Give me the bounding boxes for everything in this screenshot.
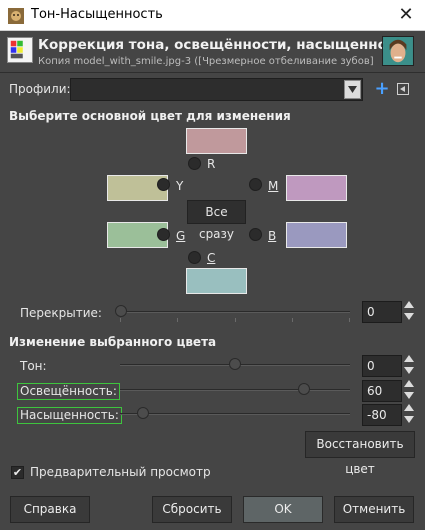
label-c: C <box>207 251 216 265</box>
swatch-r[interactable] <box>186 128 247 154</box>
cancel-button[interactable]: Отменить <box>334 496 414 523</box>
radio-y[interactable] <box>157 178 170 191</box>
label-y: Y <box>176 179 184 193</box>
profiles-label: Профили: <box>9 82 71 96</box>
chevron-down-icon[interactable] <box>344 80 361 99</box>
preset-menu-icon[interactable] <box>397 83 409 95</box>
swatch-b[interactable] <box>286 222 347 248</box>
adjust-heading: Изменение выбранного цвета <box>9 335 217 349</box>
lightness-slider[interactable] <box>120 389 350 391</box>
saturation-slider[interactable] <box>120 413 350 415</box>
all-colors-button[interactable]: Все сразу <box>187 200 246 241</box>
hue-spinner[interactable]: 0 <box>362 355 402 377</box>
hue-label: Тон: <box>20 359 47 373</box>
tick <box>120 318 121 322</box>
overlap-label: Перекрытие: <box>20 306 102 320</box>
ok-button[interactable]: OK <box>243 496 323 523</box>
radio-r[interactable] <box>188 157 201 170</box>
hue-saturation-tool-icon <box>7 37 33 63</box>
window-title: Тон-Насыщенность <box>31 7 163 22</box>
tick <box>235 318 236 322</box>
tick <box>292 318 293 322</box>
preview-label: Предварительный просмотр <box>30 465 211 479</box>
help-button[interactable]: Справка <box>10 496 90 523</box>
add-preset-icon[interactable]: + <box>374 78 390 100</box>
saturation-spinner[interactable]: -80 <box>362 404 402 426</box>
overlap-slider[interactable] <box>120 311 350 313</box>
lightness-spinner[interactable]: 60 <box>362 380 402 402</box>
swatch-m[interactable] <box>286 175 347 201</box>
lightness-label: Освещённость: <box>17 383 120 400</box>
dialog-heading: Коррекция тона, освещённости, насыщеннос… <box>38 37 413 53</box>
lightness-slider-thumb[interactable] <box>298 383 310 395</box>
tick <box>349 318 350 322</box>
saturation-stepper[interactable] <box>403 404 416 426</box>
image-subtitle: Копия model_with_smile.jpg-3 ([Чрезмерно… <box>38 56 373 67</box>
overlap-stepper[interactable] <box>403 301 416 323</box>
close-icon[interactable]: ✕ <box>395 4 417 26</box>
image-thumbnail <box>382 36 414 66</box>
lightness-stepper[interactable] <box>403 380 416 402</box>
radio-g[interactable] <box>157 228 170 241</box>
reset-color-button[interactable]: Восстановить цвет <box>305 431 415 476</box>
header-separator <box>0 72 425 73</box>
radio-b[interactable] <box>249 228 262 241</box>
label-m: M <box>268 179 279 193</box>
radio-c[interactable] <box>188 251 201 264</box>
overlap-spinner[interactable]: 0 <box>362 301 402 323</box>
dialog-header: Коррекция тона, освещённости, насыщеннос… <box>0 31 425 71</box>
label-r: R <box>207 157 216 171</box>
reset-button[interactable]: Сбросить <box>152 496 232 523</box>
overlap-slider-thumb[interactable] <box>115 305 127 317</box>
radio-m[interactable] <box>249 178 262 191</box>
hue-slider-thumb[interactable] <box>229 358 241 370</box>
saturation-slider-thumb[interactable] <box>137 407 149 419</box>
preview-checkbox[interactable]: ✔ <box>11 466 24 479</box>
primary-color-heading: Выберите основной цвет для изменения <box>9 109 291 123</box>
label-g: G <box>176 229 186 243</box>
tick <box>177 318 178 322</box>
title-bar: Тон-Насыщенность ✕ <box>0 0 425 31</box>
hue-stepper[interactable] <box>403 355 416 377</box>
swatch-c[interactable] <box>186 268 247 294</box>
label-b: B <box>268 229 277 243</box>
saturation-label: Насыщенность: <box>17 407 122 424</box>
profiles-combo[interactable] <box>70 78 363 101</box>
app-icon <box>8 8 24 24</box>
